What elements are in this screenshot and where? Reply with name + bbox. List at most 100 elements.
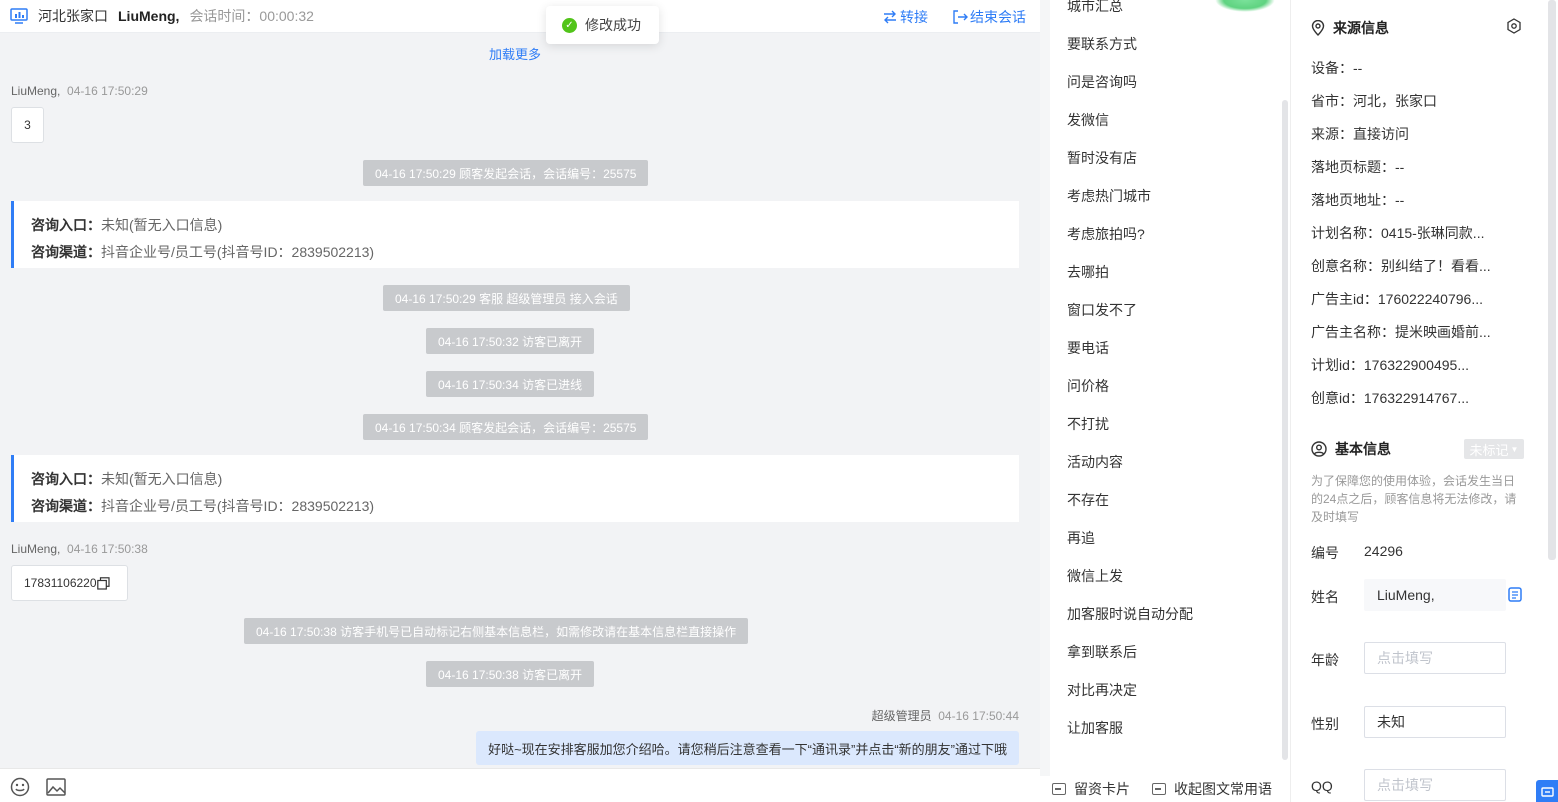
quick-reply-item[interactable]: 要联系方式 (1067, 34, 1137, 54)
quick-reply-item[interactable]: 拿到联系后 (1067, 642, 1137, 662)
copy-icon[interactable] (1508, 587, 1522, 602)
quick-reply-item[interactable]: 不打扰 (1067, 414, 1109, 434)
message-meta: 超级管理员 04-16 17:50:44 (872, 707, 1019, 724)
visitor-message-bubble: 3 (11, 107, 44, 143)
quick-reply-item[interactable]: 城市汇总 (1067, 0, 1123, 16)
source-info-header: 来源信息 (1311, 18, 1389, 38)
id-value: 24296 (1364, 543, 1403, 559)
quick-reply-item[interactable]: 发微信 (1067, 110, 1109, 130)
source-province: 省市：河北，张家口 (1311, 93, 1437, 109)
quick-reply-item[interactable]: 让加客服 (1067, 718, 1123, 738)
consult-info-card: 咨询入口：未知(暂无入口信息) 咨询渠道：抖音企业号/员工号(抖音号ID：283… (11, 455, 1019, 522)
consult-entry-value: 未知(暂无入口信息) (101, 217, 223, 233)
consult-channel-row: 咨询渠道：抖音企业号/员工号(抖音号ID：2839502213) (31, 493, 1019, 520)
location-pin-icon (1311, 20, 1325, 36)
gender-select[interactable]: 未知 (1364, 706, 1506, 738)
transfer-label: 转接 (900, 8, 928, 25)
consult-entry-label: 咨询入口： (31, 217, 101, 233)
sender-name: LiuMeng, (11, 542, 61, 556)
caret-down-icon: ▼ (1510, 444, 1519, 454)
phone-number-text: 17831106220 (24, 576, 97, 590)
quick-reply-item[interactable]: 问价格 (1067, 376, 1109, 396)
exit-icon (953, 9, 968, 24)
name-field[interactable]: LiuMeng, (1364, 579, 1506, 611)
load-more-link[interactable]: 加载更多 (0, 44, 1030, 63)
quick-reply-item[interactable]: 去哪拍 (1067, 262, 1109, 282)
source-advertiser-id: 广告主id：176022240796... (1311, 291, 1483, 307)
sender-name: 超级管理员 (871, 709, 932, 723)
source-advertiser-name: 广告主名称：提米映画婚前... (1311, 324, 1491, 340)
transfer-button[interactable]: 转接 (882, 7, 928, 27)
message-time: 04-16 17:50:38 (67, 542, 148, 556)
transfer-icon (884, 10, 896, 23)
mark-status-value: 未标记 (1469, 442, 1509, 458)
consult-entry-row: 咨询入口：未知(暂无入口信息) (31, 212, 1019, 239)
quick-reply-item[interactable]: 要电话 (1067, 338, 1109, 358)
edit-notice: 为了保障您的使用体验，会话发生当日的24点之后，顾客信息将无法修改，请及时填写 (1311, 474, 1517, 524)
quick-reply-panel: 城市汇总 要联系方式 问是咨询吗 发微信 暂时没有店 考虑热门城市 考虑旅拍吗?… (1050, 0, 1290, 802)
system-message: 04-16 17:50:34 访客已进线 (426, 371, 595, 397)
qq-label: QQ (1311, 778, 1333, 794)
emoji-icon[interactable] (10, 777, 30, 797)
age-input[interactable] (1364, 642, 1506, 674)
collapse-phrases-button[interactable]: 收起图文常用语 (1152, 779, 1272, 799)
image-icon[interactable] (46, 778, 66, 796)
quick-reply-item[interactable]: 考虑热门城市 (1067, 186, 1151, 206)
quick-reply-item[interactable]: 考虑旅拍吗? (1067, 224, 1145, 244)
consult-info-card: 咨询入口：未知(暂无入口信息) 咨询渠道：抖音企业号/员工号(抖音号ID：283… (11, 201, 1019, 268)
lead-card-button[interactable]: 留资卡片 (1052, 779, 1130, 799)
lead-card-label: 留资卡片 (1074, 781, 1130, 797)
consult-entry-value: 未知(暂无入口信息) (101, 471, 223, 487)
quick-reply-item[interactable]: 问是咨询吗 (1067, 72, 1137, 92)
system-message: 04-16 17:50:29 客服 超级管理员 接入会话 (383, 285, 630, 311)
quick-reply-item[interactable]: 窗口发不了 (1067, 300, 1137, 320)
chat-input-toolbar (0, 768, 1040, 802)
consult-channel-row: 咨询渠道：抖音企业号/员工号(抖音号ID：2839502213) (31, 239, 1019, 266)
collapse-phrases-label: 收起图文常用语 (1174, 781, 1272, 797)
copy-icon[interactable] (96, 576, 110, 590)
source-device: 设备：-- (1311, 60, 1363, 76)
chat-float-button[interactable] (1536, 780, 1558, 802)
end-session-button[interactable]: 结束会话 (952, 7, 1026, 27)
message-meta: LiuMeng, 04-16 17:50:38 (11, 542, 148, 556)
header-actions: 转接 结束会话 (882, 0, 1026, 33)
basic-info-header: 基本信息 (1311, 439, 1391, 459)
message-time: 04-16 17:50:29 (67, 84, 148, 98)
consult-channel-label: 咨询渠道： (31, 244, 101, 260)
customer-info-panel: 来源信息 设备：-- 省市：河北，张家口 来源：直接访问 落地页标题：-- 落地… (1291, 0, 1558, 802)
info-scrollbar[interactable] (1548, 0, 1556, 560)
system-message: 04-16 17:50:29 顾客发起会话，会话编号：25575 (363, 160, 649, 186)
visitor-message-bubble: 17831106220 (11, 565, 128, 601)
visitor-name: LiuMeng, (118, 8, 180, 24)
quick-reply-item[interactable]: 再追 (1067, 528, 1095, 548)
source-channel: 来源：直接访问 (1311, 126, 1409, 142)
quick-reply-footer: 留资卡片 收起图文常用语 (1040, 776, 1290, 802)
quick-reply-item[interactable]: 微信上发 (1067, 566, 1123, 586)
quick-reply-item[interactable]: 活动内容 (1067, 452, 1123, 472)
id-label: 编号 (1311, 545, 1339, 561)
check-circle-icon: ✓ (562, 17, 577, 33)
age-label: 年龄 (1311, 652, 1339, 668)
user-circle-icon (1311, 441, 1327, 457)
session-time: 会话时间：00:00:32 (189, 8, 314, 24)
system-message: 04-16 17:50:38 访客已离开 (426, 661, 595, 687)
qq-input[interactable] (1364, 769, 1506, 801)
source-plan-id: 计划id：176322900495... (1311, 357, 1469, 373)
quick-reply-scrollbar[interactable] (1282, 100, 1288, 760)
quick-reply-item[interactable]: 暂时没有店 (1067, 148, 1137, 168)
sender-name: LiuMeng, (11, 84, 61, 98)
chat-header: 河北张家口 LiuMeng, 会话时间：00:00:32 转接 结束会话 (0, 0, 1040, 33)
consult-entry-row: 咨询入口：未知(暂无入口信息) (31, 466, 1019, 493)
source-creative-id: 创意id：176322914767... (1311, 390, 1469, 406)
chat-pane: 河北张家口 LiuMeng, 会话时间：00:00:32 转接 结束会话 ✓ 修… (0, 0, 1040, 802)
quick-reply-item[interactable]: 加客服时说自动分配 (1067, 604, 1193, 624)
card-icon (1052, 783, 1066, 795)
mark-status-dropdown[interactable]: 未标记 ▼ (1464, 439, 1524, 459)
system-message: 04-16 17:50:32 访客已离开 (426, 328, 595, 354)
visitor-location: 河北张家口 (38, 8, 108, 24)
quick-reply-item[interactable]: 对比再决定 (1067, 680, 1137, 700)
consult-entry-label: 咨询入口： (31, 471, 101, 487)
source-landing-title: 落地页标题：-- (1311, 159, 1405, 175)
target-icon[interactable] (1506, 18, 1522, 34)
quick-reply-item[interactable]: 不存在 (1067, 490, 1109, 510)
